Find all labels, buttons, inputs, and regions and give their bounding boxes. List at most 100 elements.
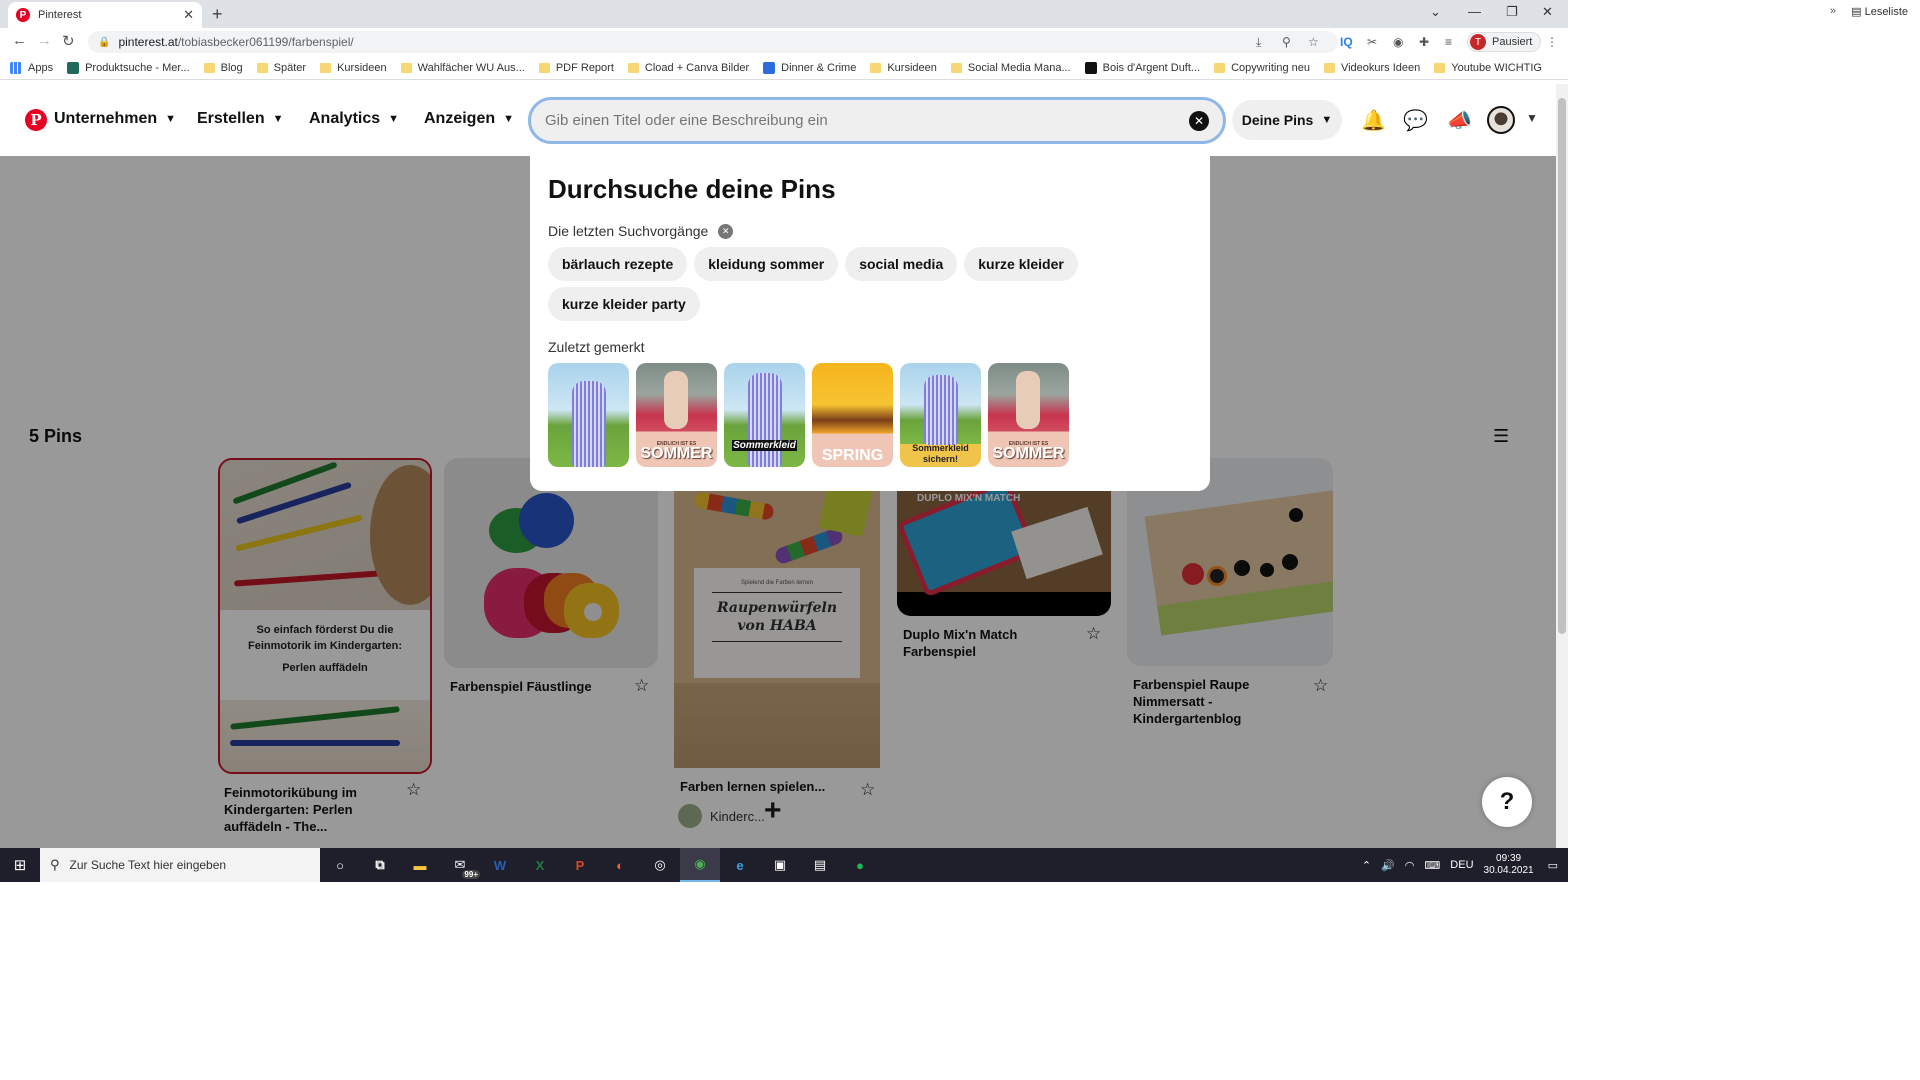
cortana-icon[interactable]: ○ bbox=[320, 848, 360, 882]
saved-pin-thumbnail[interactable]: ENDLICH IST ES SOMMER bbox=[988, 363, 1069, 467]
forward-icon[interactable]: → bbox=[37, 32, 52, 49]
add-pin-plus-icon[interactable]: + bbox=[764, 794, 782, 828]
nav-label: Erstellen bbox=[197, 110, 265, 127]
saved-pin-thumbnail[interactable] bbox=[548, 363, 629, 467]
tab-search-icon[interactable]: ⌄ bbox=[1430, 4, 1441, 20]
network-icon[interactable]: ◠ bbox=[1405, 859, 1415, 872]
clear-recent-searches-icon[interactable]: ✕ bbox=[718, 223, 734, 239]
extension-icon[interactable]: ✂ bbox=[1367, 35, 1377, 49]
user-avatar[interactable] bbox=[1487, 106, 1515, 134]
app-icon-2[interactable]: ▣ bbox=[760, 848, 800, 882]
clock[interactable]: 09:39 30.04.2021 bbox=[1484, 853, 1534, 877]
saved-pin-thumbnail[interactable]: SPRING bbox=[812, 363, 893, 467]
clear-search-icon[interactable]: ✕ bbox=[1189, 111, 1209, 131]
chrome-menu-icon[interactable]: ⋮ bbox=[1546, 35, 1558, 49]
bookmark-item[interactable]: Kursideen bbox=[320, 62, 387, 74]
url-text: pinterest.at/tobiasbecker061199/farbensp… bbox=[118, 35, 354, 49]
nav-unternehmen[interactable]: Unternehmen ▼ bbox=[54, 110, 176, 128]
powerpoint-icon[interactable]: P bbox=[560, 848, 600, 882]
reading-list-button[interactable]: ▤ Leseliste bbox=[1851, 5, 1908, 18]
bookmark-item[interactable]: Wahlfächer WU Aus... bbox=[400, 62, 525, 74]
apps-grid-icon bbox=[10, 61, 22, 74]
word-icon[interactable]: W bbox=[480, 848, 520, 882]
search-scope-dropdown[interactable]: Deine Pins ▼ bbox=[1232, 100, 1342, 140]
task-view-icon[interactable]: ⧉ bbox=[360, 848, 400, 882]
help-button[interactable]: ? bbox=[1482, 777, 1532, 827]
maximize-button[interactable]: ❐ bbox=[1506, 4, 1518, 20]
recent-search-chip[interactable]: kurze kleider bbox=[964, 247, 1078, 281]
notifications-bell-icon[interactable]: 🔔 bbox=[1361, 108, 1386, 133]
mail-icon[interactable]: ✉ 99+ bbox=[440, 848, 480, 882]
install-app-icon[interactable]: ⤓ bbox=[1256, 35, 1261, 50]
reading-mode-icon[interactable]: ≡ bbox=[1445, 35, 1452, 49]
bookmark-item[interactable]: PDF Report bbox=[538, 62, 614, 74]
keyboard-icon[interactable]: ⌨ bbox=[1424, 859, 1440, 872]
bookmark-star-icon[interactable]: ☆ bbox=[1308, 35, 1319, 49]
mail-badge: 99+ bbox=[462, 870, 480, 879]
nav-erstellen[interactable]: Erstellen ▼ bbox=[197, 110, 283, 128]
spotify-icon[interactable]: ● bbox=[840, 848, 880, 882]
volume-icon[interactable]: 🔊 bbox=[1381, 859, 1395, 872]
page-scrollbar[interactable] bbox=[1556, 84, 1568, 848]
bookmark-item[interactable]: Blog bbox=[203, 62, 243, 74]
bookmark-item[interactable]: Später bbox=[256, 62, 306, 74]
bookmark-item[interactable]: Videokurs Ideen bbox=[1323, 62, 1420, 74]
bookmark-item[interactable]: Kursideen bbox=[870, 62, 937, 74]
profile-avatar: T bbox=[1470, 34, 1486, 50]
bookmark-item[interactable]: Bois d'Argent Duft... bbox=[1084, 61, 1200, 74]
recent-search-chip[interactable]: kurze kleider party bbox=[548, 287, 700, 321]
notifications-icon[interactable]: ▭ bbox=[1548, 859, 1558, 872]
saved-pin-thumbnail[interactable]: Sommerkleid sichern! bbox=[900, 363, 981, 467]
minimize-button[interactable]: — bbox=[1468, 4, 1481, 19]
obs-icon[interactable]: ◎ bbox=[640, 848, 680, 882]
scrollbar-thumb[interactable] bbox=[1558, 98, 1566, 634]
recent-search-chip[interactable]: social media bbox=[845, 247, 958, 281]
chevron-down-icon: ▼ bbox=[272, 113, 284, 125]
pin-search-box[interactable]: ✕ bbox=[528, 97, 1226, 144]
account-chevron-down-icon[interactable]: ▼ bbox=[1526, 111, 1538, 125]
extensions-puzzle-icon[interactable]: ✚ bbox=[1419, 35, 1429, 49]
bookmark-item[interactable]: Social Media Mana... bbox=[950, 62, 1071, 74]
app-icon-3[interactable]: ▤ bbox=[800, 848, 840, 882]
close-tab-icon[interactable]: ✕ bbox=[183, 7, 194, 23]
edge-icon[interactable]: e bbox=[720, 848, 760, 882]
bookmark-item[interactable]: Apps bbox=[10, 61, 54, 74]
reload-icon[interactable]: ↻ bbox=[62, 32, 75, 50]
back-icon[interactable]: ← bbox=[12, 32, 27, 49]
chrome-icon[interactable]: ◉ bbox=[680, 848, 720, 882]
language-indicator[interactable]: DEU bbox=[1450, 859, 1473, 871]
tray-chevron-up-icon[interactable]: ⌃ bbox=[1362, 859, 1371, 872]
windows-start-icon[interactable]: ⊞ bbox=[0, 848, 40, 882]
zoom-icon[interactable]: ⚲ bbox=[1282, 35, 1291, 49]
bookmark-item[interactable]: Copywriting neu bbox=[1214, 62, 1310, 74]
recent-search-chip[interactable]: bärlauch rezepte bbox=[548, 247, 688, 281]
nav-analytics[interactable]: Analytics ▼ bbox=[309, 110, 399, 128]
app-icon[interactable]: ◐ bbox=[600, 848, 640, 882]
pin-search-input[interactable] bbox=[545, 112, 1165, 129]
saved-pin-thumbnail[interactable]: Sommerkleid bbox=[724, 363, 805, 467]
system-tray: ⌃ 🔊 ◠ ⌨ DEU 09:39 30.04.2021 ▭ bbox=[1362, 848, 1568, 882]
extension-globe-icon[interactable]: ◉ bbox=[1393, 35, 1403, 49]
extension-iq-icon[interactable]: IQ bbox=[1340, 35, 1353, 49]
file-explorer-icon[interactable]: ▬ bbox=[400, 848, 440, 882]
address-bar[interactable]: 🔒 pinterest.at/tobiasbecker061199/farben… bbox=[88, 31, 1338, 53]
bookmark-item[interactable]: Cload + Canva Bilder bbox=[627, 62, 749, 74]
messages-icon[interactable]: 💬 bbox=[1403, 108, 1428, 133]
pinterest-logo-icon[interactable]: P bbox=[25, 109, 47, 131]
saved-pin-thumbnail[interactable]: ENDLICH IST ES SOMMER bbox=[636, 363, 717, 467]
bookmark-item[interactable]: Youtube WICHTIG bbox=[1434, 62, 1542, 74]
bookmark-label: Apps bbox=[28, 61, 54, 74]
announcements-megaphone-icon[interactable]: 📣 bbox=[1447, 108, 1472, 133]
profile-button[interactable]: T Pausiert bbox=[1467, 32, 1542, 52]
recent-search-chip[interactable]: kleidung sommer bbox=[694, 247, 839, 281]
excel-icon[interactable]: X bbox=[520, 848, 560, 882]
more-bookmarks-button[interactable]: » bbox=[1830, 5, 1836, 17]
chevron-down-icon: ▼ bbox=[388, 113, 400, 125]
new-tab-button[interactable]: + bbox=[212, 4, 223, 25]
close-window-button[interactable]: ✕ bbox=[1542, 4, 1553, 20]
browser-tab[interactable]: P Pinterest ✕ bbox=[8, 2, 202, 28]
nav-anzeigen[interactable]: Anzeigen ▼ bbox=[424, 110, 514, 128]
taskbar-search-box[interactable]: ⚲ Zur Suche Text hier eingeben bbox=[40, 848, 320, 882]
bookmark-item[interactable]: Dinner & Crime bbox=[763, 61, 856, 74]
bookmark-item[interactable]: Produktsuche - Mer... bbox=[67, 61, 190, 74]
